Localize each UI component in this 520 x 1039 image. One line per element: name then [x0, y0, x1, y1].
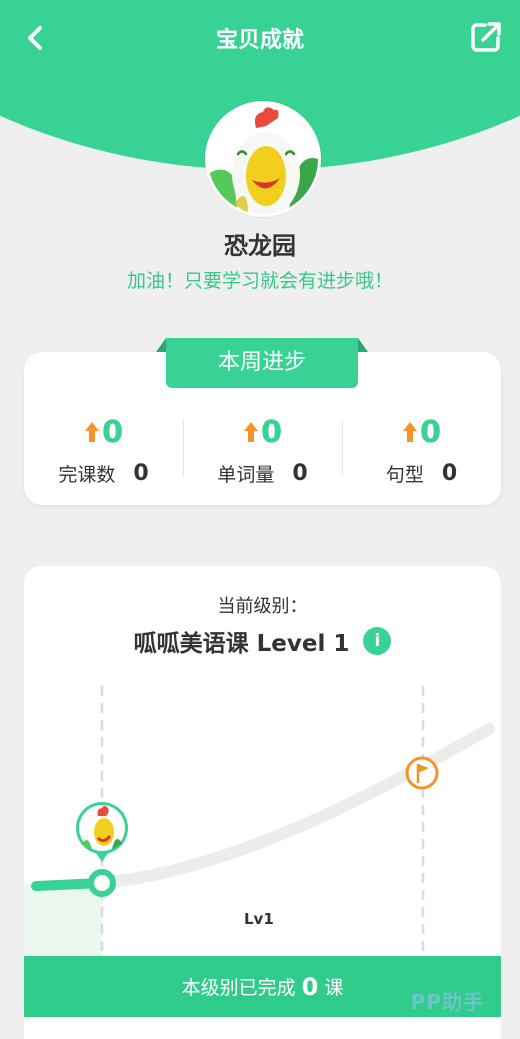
up-arrow-icon: [403, 422, 418, 442]
stat-lessons: 0 完课数 0: [24, 410, 183, 500]
ribbon-fold-right: [358, 338, 368, 352]
stat-delta-value: 0: [420, 414, 441, 450]
stat-delta: 0: [342, 412, 501, 452]
page-title: 宝贝成就: [215, 28, 304, 53]
completed-area-shade: [24, 884, 102, 956]
current-position-dot: [88, 869, 116, 897]
up-arrow-icon: [244, 422, 259, 442]
user-position-pin: [76, 802, 128, 862]
level-card: 当前级别： 呱呱美语课 Level 1 i Lv1 本级别已完成 0 课: [24, 566, 501, 1039]
stat-sentences: 0 句型 0: [342, 410, 501, 500]
completed-suffix: 课: [324, 977, 344, 999]
stat-delta: 0: [183, 412, 342, 452]
share-icon: [471, 22, 501, 52]
top-bar: 宝贝成就: [0, 0, 520, 76]
up-arrow-icon: [85, 422, 100, 442]
level-marker-label: Lv1: [244, 910, 274, 928]
stat-label: 完课数: [58, 464, 116, 486]
completed-count: 0: [301, 972, 319, 1001]
ribbon-fold-left: [156, 338, 166, 352]
stat-value: 0: [292, 461, 308, 486]
user-name: 恐龙园: [224, 232, 296, 260]
level-progress-path: [24, 686, 495, 956]
motto-text: 加油！只要学习就会有进步哦！: [126, 270, 393, 292]
share-button[interactable]: [468, 19, 504, 55]
avatar[interactable]: [205, 101, 321, 217]
goal-flag-icon: [405, 756, 439, 790]
stat-value: 0: [441, 461, 458, 486]
stat-label: 句型: [385, 464, 424, 486]
stat-value: 0: [133, 461, 149, 486]
chick-mascot-icon: [208, 104, 318, 214]
stat-delta-value: 0: [102, 414, 123, 450]
stat-delta: 0: [24, 412, 183, 452]
stat-words: 0 单词量 0: [183, 410, 342, 500]
watermark: PP助手: [410, 990, 484, 1014]
weekly-progress-title: 本周进步: [166, 338, 358, 388]
stat-delta-value: 0: [261, 414, 282, 450]
progress-track: [96, 723, 495, 889]
stat-label: 单词量: [217, 464, 275, 486]
completed-prefix: 本级别已完成: [181, 977, 296, 999]
